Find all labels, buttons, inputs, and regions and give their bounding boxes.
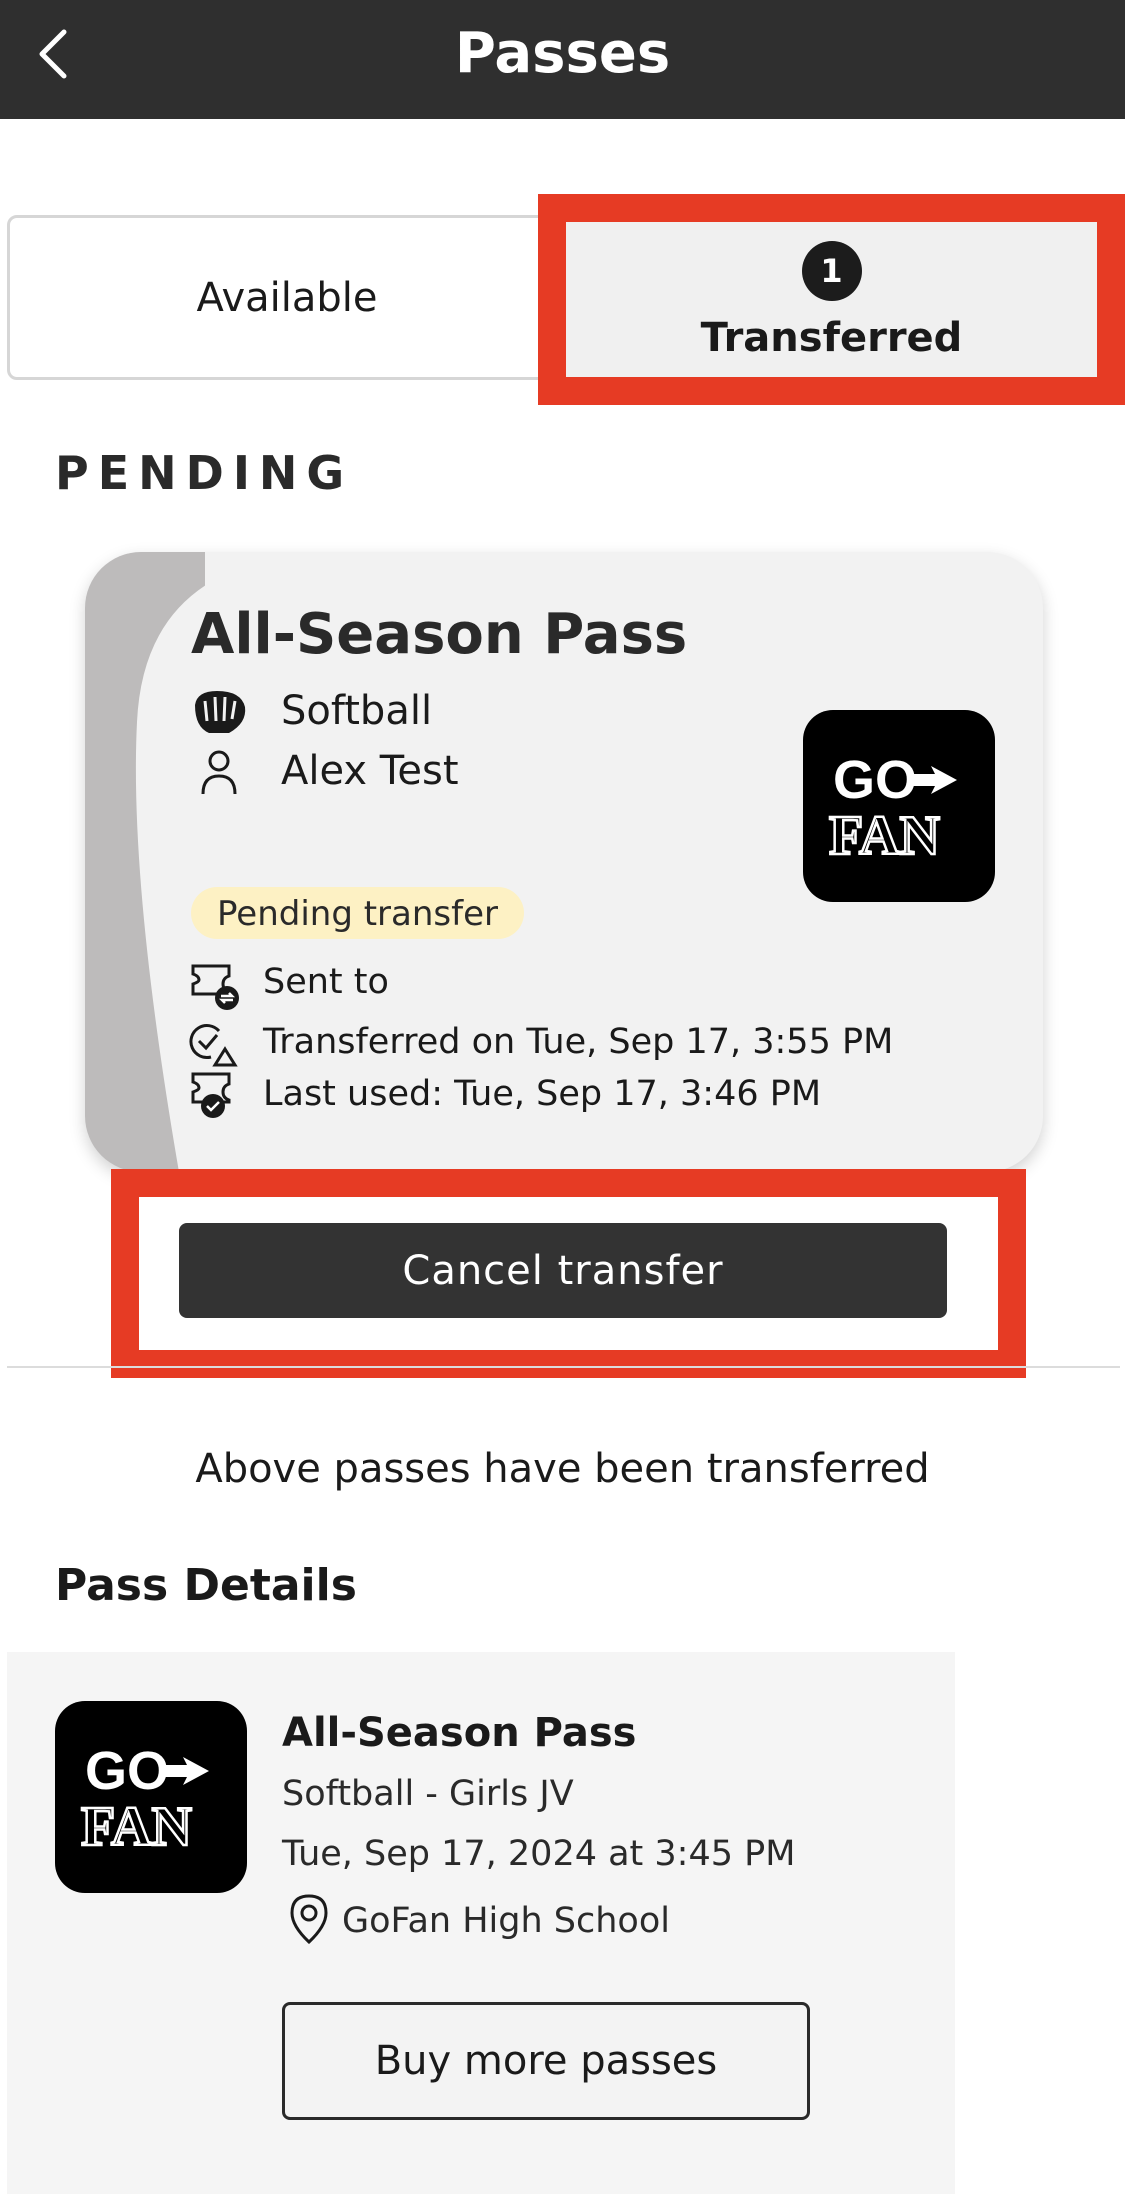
ticket-used-icon bbox=[189, 1070, 245, 1122]
pass-card[interactable]: All-Season Pass Softball Alex Test Pendi… bbox=[85, 552, 1043, 1172]
back-button[interactable] bbox=[22, 22, 86, 86]
cancel-transfer-button[interactable]: Cancel transfer bbox=[179, 1223, 947, 1318]
transfer-time-icon bbox=[189, 1019, 245, 1069]
gofan-logo-fan: FAN bbox=[829, 805, 940, 866]
ticket-transfer-icon bbox=[189, 962, 245, 1012]
pending-section-heading: PENDING bbox=[55, 446, 354, 500]
status-badge: Pending transfer bbox=[191, 887, 524, 939]
user-icon bbox=[189, 747, 249, 797]
tab-available-label: Available bbox=[196, 274, 378, 321]
pass-details-panel: GO FAN All-Season Pass Softball - Girls … bbox=[7, 1652, 955, 2194]
pass-title: All-Season Pass bbox=[191, 602, 688, 667]
pass-details-heading: Pass Details bbox=[55, 1560, 357, 1611]
pass-sport: Softball bbox=[281, 688, 433, 734]
page-title: Passes bbox=[454, 21, 671, 86]
transferred-on-text: Transferred on Tue, Sep 17, 3:55 PM bbox=[263, 1022, 894, 1062]
softball-glove-icon bbox=[189, 687, 249, 737]
buy-more-passes-button[interactable]: Buy more passes bbox=[282, 2002, 810, 2120]
sent-to-text: Sent to bbox=[263, 962, 389, 1002]
gofan-logo-fan: FAN bbox=[81, 1796, 192, 1857]
tab-transferred[interactable]: 1 Transferred bbox=[538, 194, 1125, 405]
tab-transferred-body: 1 Transferred bbox=[566, 222, 1097, 377]
card-edge-decoration bbox=[85, 552, 205, 1172]
details-date: Tue, Sep 17, 2024 at 3:45 PM bbox=[282, 1834, 796, 1874]
gofan-logo-go: GO bbox=[833, 750, 917, 810]
location-pin-icon bbox=[286, 1892, 332, 1946]
transferred-note: Above passes have been transferred bbox=[195, 1446, 930, 1492]
section-divider bbox=[7, 1366, 1120, 1368]
details-venue: GoFan High School bbox=[342, 1901, 670, 1941]
details-pass-title: All-Season Pass bbox=[282, 1710, 637, 1756]
gofan-logo-go: GO bbox=[85, 1741, 169, 1801]
pass-holder: Alex Test bbox=[281, 748, 459, 794]
tab-available[interactable]: Available bbox=[7, 215, 567, 380]
details-event: Softball - Girls JV bbox=[282, 1774, 574, 1814]
chevron-left-icon bbox=[39, 29, 67, 79]
tab-transferred-label: Transferred bbox=[700, 314, 963, 361]
gofan-logo: GO FAN bbox=[803, 710, 995, 902]
last-used-text: Last used: Tue, Sep 17, 3:46 PM bbox=[263, 1074, 822, 1114]
transferred-count-badge: 1 bbox=[801, 240, 862, 301]
gofan-logo: GO FAN bbox=[55, 1701, 247, 1893]
